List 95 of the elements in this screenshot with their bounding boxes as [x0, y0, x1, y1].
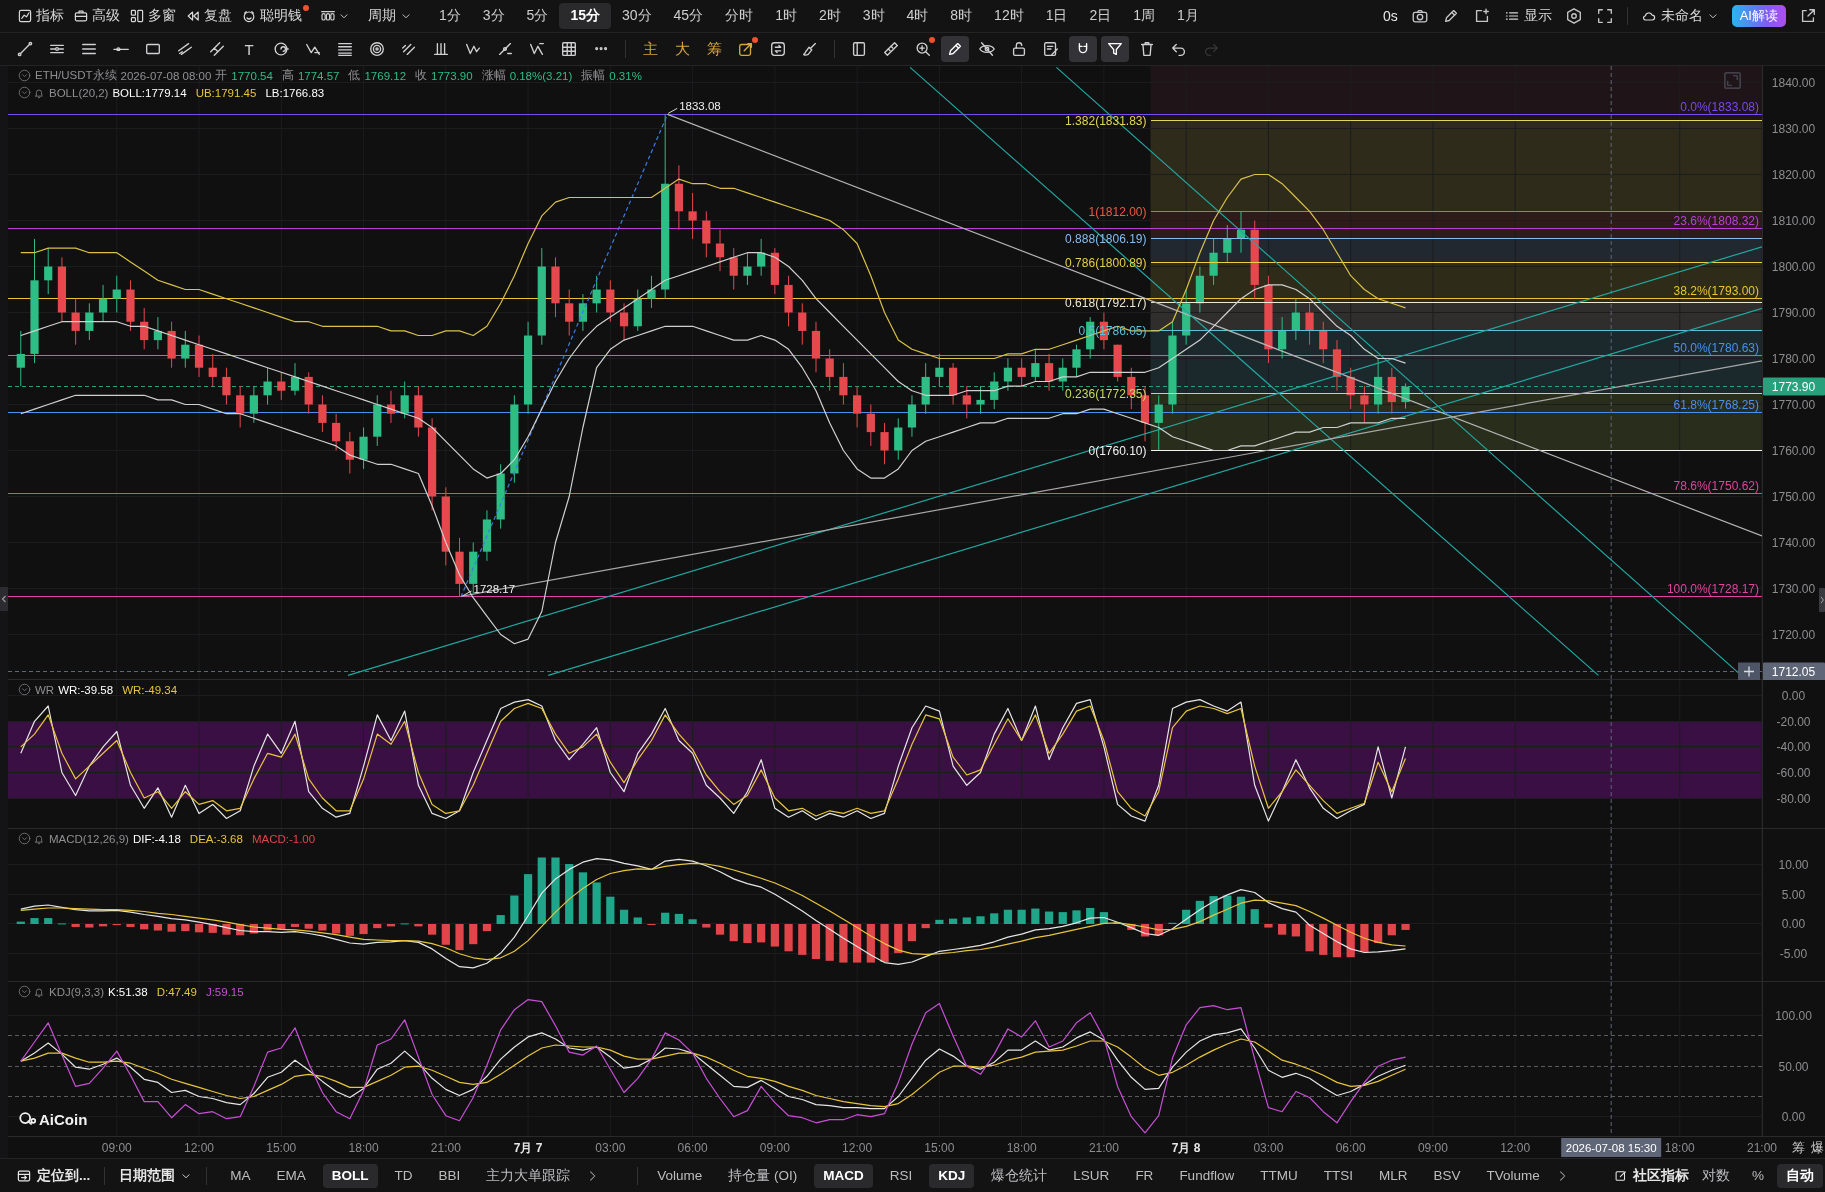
legend-label: 低 — [348, 68, 361, 83]
axis-label: 1820.00 — [1771, 167, 1816, 182]
legend-label: 涨幅 — [481, 68, 506, 83]
time-label: 09:00 — [101, 1141, 132, 1155]
fib-level-label: 38.2%(1793.00) — [1673, 283, 1759, 298]
axis-label: 5.00 — [1781, 887, 1806, 902]
time-label: 21:00 — [430, 1141, 461, 1155]
fib-level-label: 1(1812.00) — [1088, 204, 1147, 219]
fib-level-label: 0.0%(1833.08) — [1680, 99, 1759, 114]
indicator-value: UB:1791.45 — [195, 86, 257, 99]
time-label: 21:00 — [1088, 1141, 1119, 1155]
indicator-name: MACD(12,26,9) — [49, 832, 129, 845]
time-label: 09:00 — [759, 1141, 790, 1155]
legend-value: 1770.54 — [231, 69, 273, 82]
legend-value: 0.31% — [609, 69, 642, 82]
legend-label: 振幅 — [581, 68, 606, 83]
time-label: 06:00 — [1335, 1141, 1366, 1155]
time-label: 7月 7 — [513, 1141, 543, 1155]
legend-value: 1769.12 — [364, 69, 407, 82]
indicator-value: WR:-39.58 — [58, 683, 114, 696]
time-label: 18:00 — [1006, 1141, 1037, 1155]
ref-line-label: 2026-07-08 15:30 — [1565, 1142, 1657, 1154]
time-label: 09:00 — [1417, 1141, 1448, 1155]
time-label: 15:00 — [266, 1141, 297, 1155]
indicator-value: D:47.49 — [156, 985, 197, 998]
legend-label: 开 — [215, 68, 228, 83]
countdown-label: 0s — [1382, 8, 1398, 24]
axis-label: -5.00 — [1779, 946, 1808, 961]
indicator-value: LB:1766.83 — [265, 86, 325, 99]
legend-value: 1773.90 — [431, 69, 473, 82]
axis-label: 1790.00 — [1771, 305, 1816, 320]
price-tag: 1712.05 — [1763, 662, 1825, 680]
logo-text: AiCoin — [39, 1110, 88, 1128]
axis-label: 1810.00 — [1771, 213, 1816, 228]
axis-label: 1750.00 — [1771, 489, 1816, 504]
axis-label: -20.00 — [1776, 714, 1811, 729]
time-label: 18:00 — [1664, 1141, 1695, 1155]
axis-label: -60.00 — [1776, 765, 1811, 780]
time-label: 7月 8 — [1171, 1141, 1201, 1155]
indicator-value: DEA:-3.68 — [189, 832, 243, 845]
indicator-value: BOLL:1779.14 — [112, 86, 187, 99]
axis-label: 50.00 — [1778, 1059, 1809, 1074]
time-label: 15:00 — [924, 1141, 955, 1155]
axis-label: 1740.00 — [1771, 535, 1816, 550]
indicator-value: J:59.15 — [205, 985, 244, 998]
fib-level-label: 23.6%(1808.32) — [1673, 213, 1759, 228]
axis-label: 0.00 — [1781, 1109, 1806, 1124]
axis-label: 1800.00 — [1771, 259, 1816, 274]
axis-label: 1760.00 — [1771, 443, 1816, 458]
axis-label: 1840.00 — [1771, 75, 1816, 90]
axis-label: -40.00 — [1776, 739, 1811, 754]
price-tag: 1773.90 — [1763, 377, 1825, 396]
legend-value: 1774.57 — [297, 69, 340, 82]
fib-level-label: 78.6%(1750.62) — [1673, 478, 1759, 493]
axis-label: -80.00 — [1776, 791, 1811, 806]
fib-level-label: 100.0%(1728.17) — [1666, 581, 1759, 596]
fib-level-label: 50.0%(1780.63) — [1673, 340, 1759, 355]
time-label: 03:00 — [1253, 1141, 1284, 1155]
axis-label: 0.00 — [1781, 688, 1806, 703]
indicator-value: DIF:-4.18 — [132, 832, 181, 845]
fib-level-label: 61.8%(1768.25) — [1673, 397, 1759, 412]
legend-label: 收 — [415, 68, 428, 83]
indicator-name: WR — [35, 683, 55, 696]
axis-label: 10.00 — [1778, 857, 1809, 872]
legend-time: 2026-07-08 08:00 — [120, 69, 212, 82]
axis-label: 1720.00 — [1771, 627, 1816, 642]
ref-line-label: 1773.90 — [1771, 380, 1816, 394]
fib-level-label: 0(1760.10) — [1088, 443, 1147, 458]
time-label: 21:00 — [1747, 1141, 1777, 1155]
axis-label: 1780.00 — [1771, 351, 1816, 366]
indicator-name: BOLL(20,2) — [49, 86, 109, 99]
ref-line-label: 1712.05 — [1771, 665, 1816, 679]
legend-label: 高 — [281, 68, 294, 83]
symbol-label: ETH/USDT永续 — [35, 68, 117, 83]
axis-label: 0.00 — [1781, 916, 1806, 931]
axis-label: 100.00 — [1775, 1008, 1812, 1023]
annotation: 1833.08 — [679, 100, 721, 113]
time-label: 12:00 — [1500, 1141, 1531, 1155]
time-label: 12:00 — [184, 1141, 215, 1155]
indicator-value: WR:-49.34 — [122, 683, 178, 696]
legend-value: 0.18%(3.21) — [509, 69, 573, 82]
indicator-value: K:51.38 — [107, 985, 148, 998]
indicator-value: MACD:-1.00 — [251, 832, 316, 845]
time-label: 18:00 — [348, 1141, 379, 1155]
time-label: 06:00 — [677, 1141, 708, 1155]
axis-label: 1730.00 — [1771, 581, 1816, 596]
time-label: 12:00 — [842, 1141, 873, 1155]
indicator-name: KDJ(9,3,3) — [49, 985, 104, 998]
fib-level-label: 0.888(1806.19) — [1065, 231, 1147, 246]
axis-label: 1770.00 — [1771, 397, 1816, 412]
swing-price-label: 1833.08 — [667, 100, 721, 114]
time-label: 03:00 — [595, 1141, 626, 1155]
axis-label: 1830.00 — [1771, 121, 1816, 136]
crosshair-time-label: 2026-07-08 15:30 — [1561, 1138, 1662, 1157]
fib-level-label: 0.618(1792.17) — [1065, 295, 1147, 310]
